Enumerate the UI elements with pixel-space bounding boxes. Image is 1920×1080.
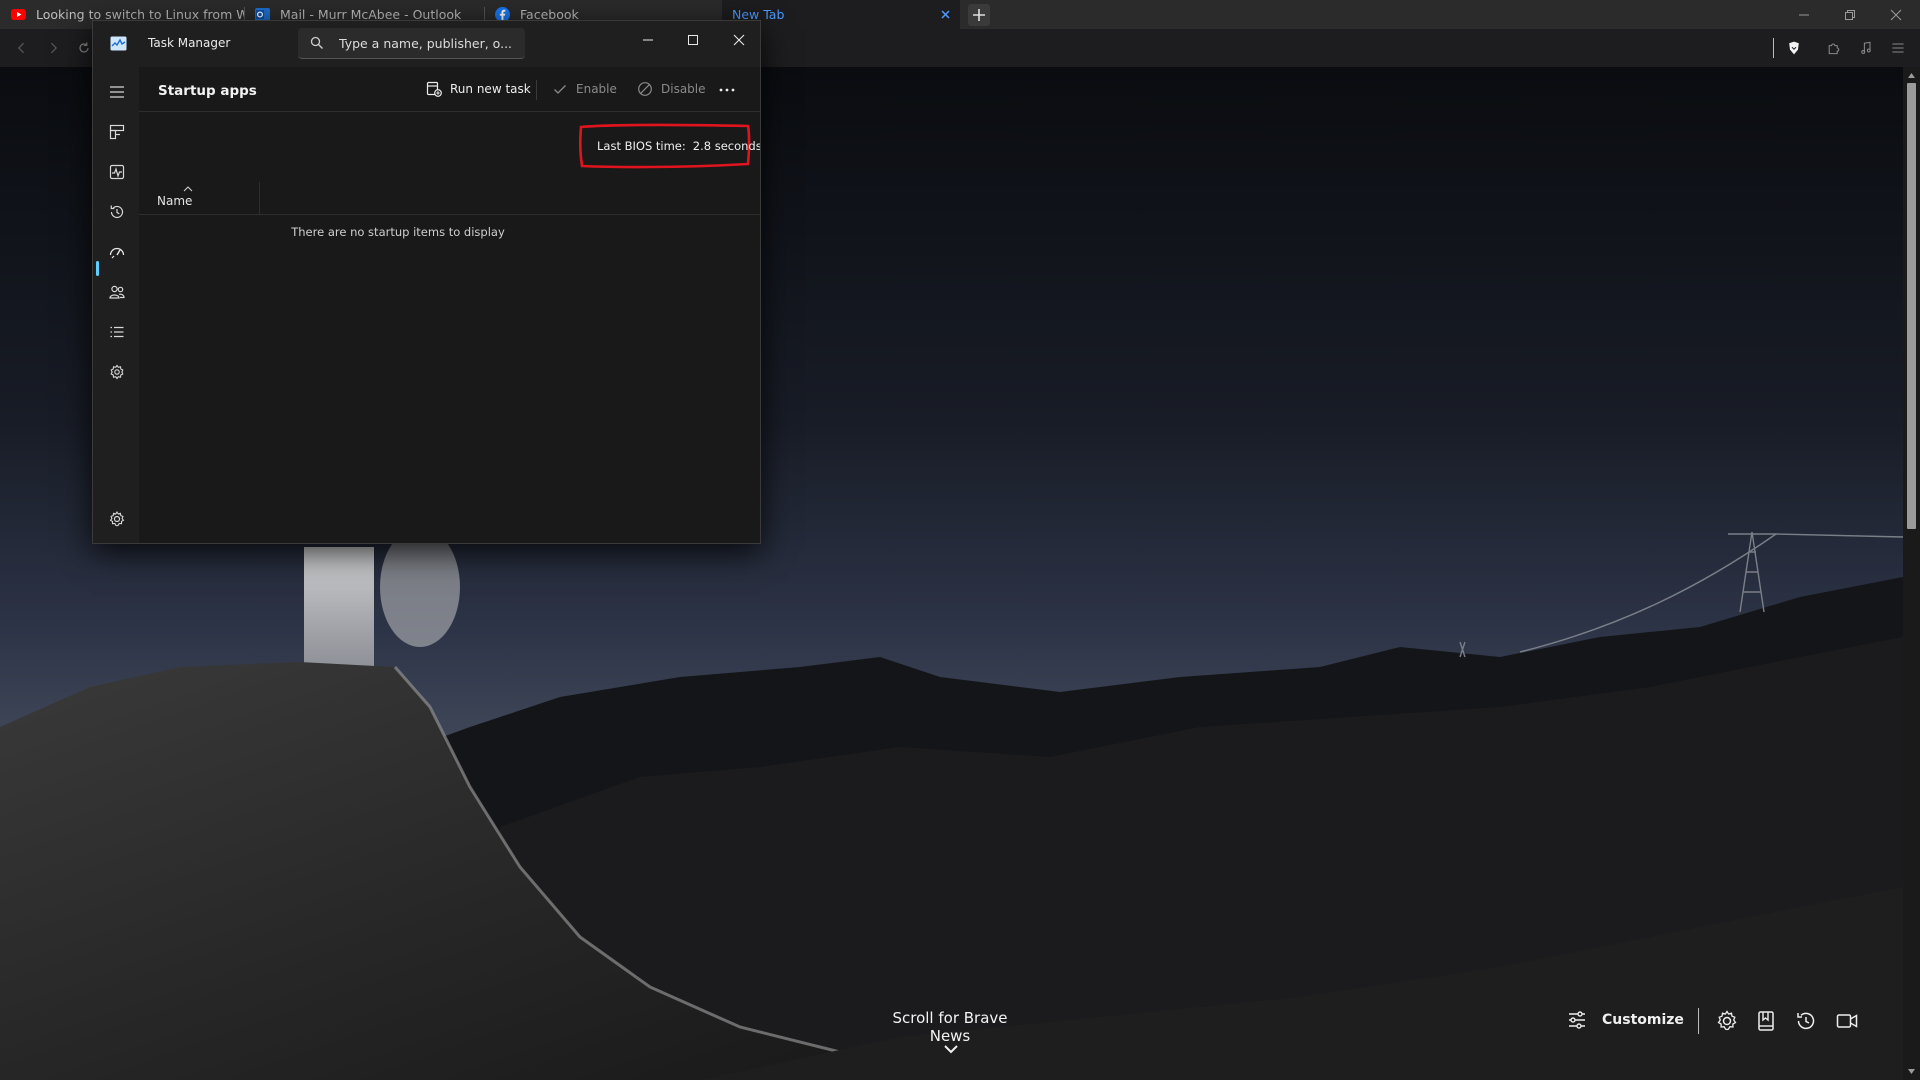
task-manager-search[interactable]	[298, 28, 525, 59]
brave-shields-button[interactable]	[1784, 38, 1804, 58]
empty-state-message: There are no startup items to display	[291, 225, 505, 239]
history-icon[interactable]	[1794, 1009, 1818, 1033]
puzzle-icon	[1828, 43, 1840, 55]
hamburger-menu-icon	[1892, 43, 1904, 53]
bios-time-value: 2.8 seconds	[692, 139, 761, 153]
forward-button[interactable]	[43, 38, 63, 58]
nav-details[interactable]	[101, 316, 133, 348]
more-dots-icon	[719, 88, 735, 92]
column-divider[interactable]	[259, 182, 260, 215]
back-button[interactable]	[12, 38, 32, 58]
youtube-icon	[11, 9, 26, 20]
music-note-icon	[1861, 41, 1871, 54]
nav-active-indicator	[96, 261, 99, 276]
browser-close-button[interactable]	[1873, 0, 1919, 29]
media-button[interactable]	[1856, 38, 1876, 58]
table-column-header: Name	[139, 182, 760, 215]
close-icon	[1890, 9, 1902, 20]
run-new-task-label: Run new task	[450, 82, 531, 96]
bookmarks-icon[interactable]	[1754, 1009, 1778, 1033]
task-manager-app-icon	[110, 36, 127, 51]
nav-performance[interactable]	[101, 156, 133, 188]
bios-time-label: Last BIOS time:	[597, 139, 686, 153]
toolbar-separator	[1773, 38, 1774, 58]
minimize-icon	[1799, 14, 1809, 15]
customize-button[interactable]: Customize	[1566, 1009, 1684, 1031]
close-tab-icon[interactable]	[937, 6, 954, 23]
reload-icon	[79, 42, 89, 53]
nav-services[interactable]	[101, 356, 133, 388]
nav-settings[interactable]	[101, 503, 133, 535]
sort-ascending-icon	[183, 186, 193, 192]
minimize-icon	[643, 39, 653, 41]
extensions-button[interactable]	[1824, 38, 1844, 58]
task-manager-nav	[93, 67, 139, 543]
scroll-down-icon[interactable]	[1907, 1067, 1916, 1076]
maximize-icon	[688, 35, 698, 45]
more-options-button[interactable]	[716, 79, 738, 101]
users-icon	[109, 285, 125, 299]
nav-processes[interactable]	[101, 116, 133, 148]
settings-icon	[109, 510, 125, 527]
new-tab-button[interactable]	[968, 4, 990, 26]
app-history-icon	[110, 205, 124, 219]
checkmark-icon	[554, 85, 566, 94]
hamburger-menu-icon	[110, 86, 124, 98]
disable-label: Disable	[661, 82, 706, 96]
startup-apps-page: Startup apps Run new task Enable Disable…	[139, 67, 760, 543]
bios-time-callout: Last BIOS time: 2.8 seconds	[577, 122, 760, 170]
disable-circle-icon	[638, 82, 652, 96]
brave-news-prompt[interactable]: Scroll for Brave News	[880, 1009, 1020, 1045]
task-manager-title-bar[interactable]: Task Manager	[93, 21, 760, 67]
browser-restore-button[interactable]	[1827, 0, 1873, 29]
page-header: Startup apps Run new task Enable Disable	[139, 67, 760, 112]
search-icon	[310, 36, 323, 49]
tm-close-button[interactable]	[719, 25, 759, 55]
details-icon	[110, 326, 124, 338]
forward-arrow-icon	[50, 42, 58, 54]
main-menu-button[interactable]	[1888, 38, 1908, 58]
processes-icon	[109, 124, 125, 140]
enable-label: Enable	[576, 82, 617, 96]
tm-maximize-button[interactable]	[673, 25, 713, 55]
sliders-icon	[1569, 1011, 1585, 1029]
bios-time-text: Last BIOS time: 2.8 seconds	[597, 139, 761, 153]
run-new-task-icon	[426, 81, 442, 97]
tm-minimize-button[interactable]	[628, 25, 668, 55]
restore-icon	[1845, 9, 1855, 20]
page-scrollbar[interactable]	[1903, 67, 1920, 1080]
services-icon	[110, 364, 124, 380]
nav-startup-apps[interactable]	[101, 236, 133, 268]
customize-label: Customize	[1602, 1012, 1684, 1028]
column-name[interactable]: Name	[157, 194, 192, 208]
ntp-toolbar-separator	[1698, 1008, 1699, 1034]
nav-app-history[interactable]	[101, 196, 133, 228]
chevron-down-icon[interactable]	[943, 1043, 959, 1055]
task-manager-title: Task Manager	[148, 36, 231, 50]
run-new-task-button[interactable]: Run new task	[426, 76, 531, 102]
page-title: Startup apps	[158, 83, 257, 99]
startup-apps-icon	[109, 247, 125, 259]
scrollbar-thumb[interactable]	[1907, 83, 1916, 529]
nav-toggle-button[interactable]	[101, 76, 133, 108]
browser-minimize-button[interactable]	[1781, 0, 1827, 29]
close-icon	[733, 34, 745, 46]
search-input[interactable]	[339, 35, 519, 51]
nav-users[interactable]	[101, 276, 133, 308]
settings-gear-icon[interactable]	[1715, 1009, 1739, 1033]
plus-icon	[973, 9, 985, 21]
enable-button[interactable]: Enable	[552, 76, 617, 102]
disable-button[interactable]: Disable	[637, 76, 706, 102]
brave-lion-icon	[1789, 41, 1799, 55]
back-arrow-icon	[17, 42, 25, 54]
action-separator	[536, 80, 537, 100]
video-camera-icon[interactable]	[1835, 1009, 1859, 1033]
performance-icon	[109, 164, 125, 180]
reload-button[interactable]	[74, 38, 94, 58]
task-manager-window: Task Manager Type a name, publisher, o..…	[92, 20, 761, 544]
scroll-up-icon[interactable]	[1907, 71, 1916, 80]
